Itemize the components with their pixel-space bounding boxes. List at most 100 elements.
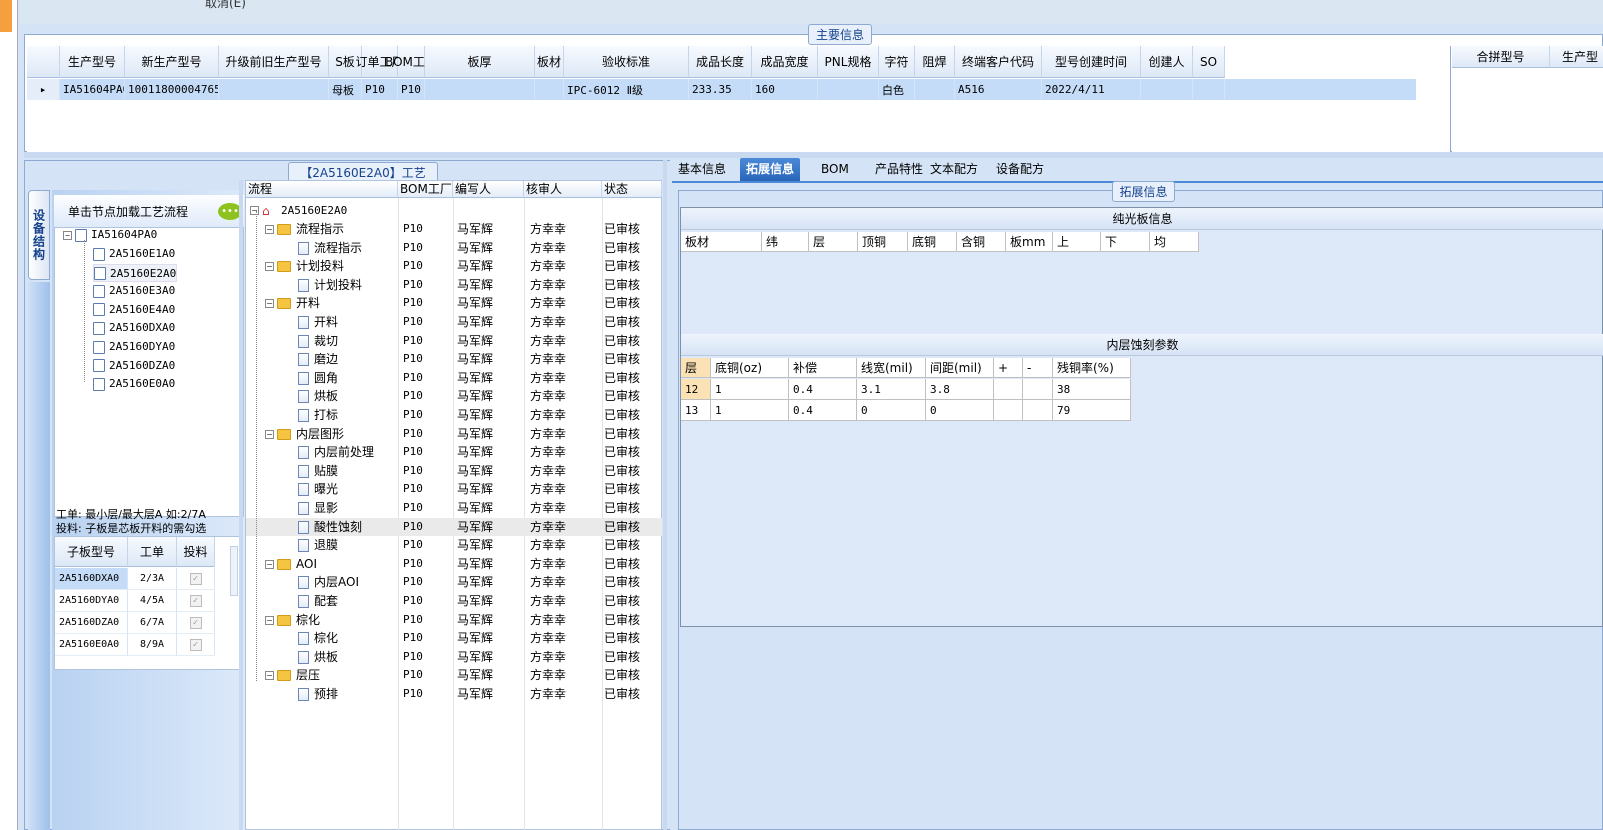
process-step-row[interactable]: 烘板 P10 马军辉 方幸幸 已审核 — [246, 387, 662, 405]
inner-etch-cell[interactable] — [994, 379, 1023, 400]
process-step-row[interactable]: − 计划投料 P10 马军辉 方幸幸 已审核 — [246, 257, 662, 275]
column-header[interactable]: 生产型 — [1550, 46, 1603, 68]
sub-column-header[interactable]: 工单 — [128, 537, 177, 567]
process-step-row[interactable]: − 层压 P10 马军辉 方幸幸 已审核 — [246, 666, 662, 684]
pure-board-header[interactable]: 底铜 — [908, 232, 957, 252]
column-header[interactable]: SO — [1193, 46, 1225, 78]
tree-node[interactable]: 2A5160E0A0 — [93, 375, 175, 393]
tree-node[interactable]: 2A5160E1A0 — [93, 245, 175, 263]
pure-board-header[interactable]: 含铜 — [957, 232, 1006, 252]
inner-etch-cell[interactable]: 0 — [926, 400, 994, 421]
column-header[interactable]: 板材 — [535, 46, 564, 78]
collapse-icon[interactable]: − — [63, 230, 72, 240]
process-step-row[interactable]: − 内层图形 P10 马军辉 方幸幸 已审核 — [246, 425, 662, 443]
process-column-header[interactable]: 流程 — [246, 181, 398, 198]
feed-checkbox[interactable]: ✓ — [189, 572, 202, 585]
column-header[interactable]: 验收标准 — [564, 46, 689, 78]
process-step-row[interactable]: 磨边 P10 马军辉 方幸幸 已审核 — [246, 350, 662, 368]
process-column-header[interactable]: BOM工厂 — [398, 181, 453, 198]
detail-tab[interactable]: BOM — [815, 158, 855, 182]
column-header[interactable]: 升级前旧生产型号 — [219, 46, 329, 78]
pure-board-header[interactable]: 层 — [809, 232, 858, 252]
inner-etch-header[interactable]: 补偿 — [789, 358, 857, 378]
column-header[interactable]: 终端客户代码 — [955, 46, 1042, 78]
process-step-row[interactable]: 开料 P10 马军辉 方幸幸 已审核 — [246, 313, 662, 331]
tree-node[interactable]: 2A5160E2A0 — [93, 263, 178, 282]
feed-checkbox[interactable]: ✓ — [189, 594, 202, 607]
collapse-icon[interactable]: − — [250, 206, 259, 215]
process-step-row[interactable]: 内层前处理 P10 马军辉 方幸幸 已审核 — [246, 443, 662, 461]
column-header[interactable]: 新生产型号 — [125, 46, 219, 78]
detail-tab[interactable]: 文本配方 — [924, 158, 984, 182]
detail-tab[interactable]: 拓展信息 — [740, 158, 801, 182]
inner-etch-header[interactable]: 残铜率(%) — [1053, 358, 1131, 378]
feed-checkbox[interactable]: ✓ — [189, 638, 202, 651]
inner-etch-header[interactable]: 底铜(oz) — [711, 358, 789, 378]
column-header[interactable]: 合拼型号 — [1452, 46, 1550, 68]
pure-board-header[interactable]: 纬 — [762, 232, 809, 252]
process-step-row[interactable]: 打标 P10 马军辉 方幸幸 已审核 — [246, 406, 662, 424]
tree-node[interactable]: 2A5160E3A0 — [93, 282, 175, 300]
column-header[interactable]: 阻焊 — [915, 46, 955, 78]
process-step-row[interactable]: 显影 P10 马军辉 方幸幸 已审核 — [246, 499, 662, 517]
process-step-row[interactable]: 退膜 P10 马军辉 方幸幸 已审核 — [246, 536, 662, 554]
inner-etch-cell[interactable]: 0 — [857, 400, 926, 421]
process-column-header[interactable]: 状态 — [602, 181, 662, 198]
tree-node[interactable]: 2A5160DZA0 — [93, 357, 175, 375]
inner-etch-cell[interactable] — [1023, 379, 1053, 400]
process-step-row[interactable]: 烘板 P10 马军辉 方幸幸 已审核 — [246, 648, 662, 666]
inner-etch-cell[interactable]: 1 — [711, 379, 789, 400]
pure-board-header[interactable]: 下 — [1101, 232, 1150, 252]
pure-board-header[interactable]: 板材 — [681, 232, 762, 252]
collapse-icon[interactable]: − — [265, 671, 274, 681]
column-header[interactable]: PNL规格 — [818, 46, 879, 78]
inner-etch-cell[interactable]: 38 — [1053, 379, 1131, 400]
process-step-row[interactable]: 曝光 P10 马军辉 方幸幸 已审核 — [246, 480, 662, 498]
pure-board-header[interactable]: 均 — [1150, 232, 1199, 252]
process-step-row[interactable]: − 开料 P10 马军辉 方幸幸 已审核 — [246, 294, 662, 312]
process-step-row[interactable]: 棕化 P10 马军辉 方幸幸 已审核 — [246, 629, 662, 647]
inner-etch-cell[interactable]: 0.4 — [789, 379, 857, 400]
process-step-row[interactable]: 流程指示 P10 马军辉 方幸幸 已审核 — [246, 239, 662, 257]
vertical-tab-structure[interactable]: 设备结构 — [28, 190, 50, 280]
process-step-row[interactable]: − 棕化 P10 马军辉 方幸幸 已审核 — [246, 611, 662, 629]
inner-etch-cell[interactable]: 13 — [681, 400, 711, 421]
process-root-node[interactable]: − ⌂ 2A5160E2A0 — [246, 201, 662, 219]
cancel-menu-text[interactable]: 取消(E) — [205, 0, 246, 11]
column-header[interactable]: 成品宽度 — [752, 46, 818, 78]
inner-etch-cell[interactable]: 79 — [1053, 400, 1131, 421]
collapse-icon[interactable]: − — [265, 299, 274, 309]
collapse-icon[interactable]: − — [265, 429, 274, 439]
feed-checkbox[interactable]: ✓ — [189, 616, 202, 629]
sub-grid-scrollbar[interactable] — [230, 546, 238, 596]
detail-tab[interactable]: 设备配方 — [990, 158, 1050, 182]
process-step-row[interactable]: − 流程指示 P10 马军辉 方幸幸 已审核 — [246, 220, 662, 238]
column-header[interactable]: 成品长度 — [689, 46, 752, 78]
collapse-icon[interactable]: − — [265, 262, 274, 272]
inner-etch-cell[interactable]: 3.8 — [926, 379, 994, 400]
process-step-row[interactable]: 裁切 P10 马军辉 方幸幸 已审核 — [246, 332, 662, 350]
tree-root-node[interactable]: − IA51604PA0 — [63, 226, 157, 244]
pure-board-header[interactable]: 顶铜 — [858, 232, 908, 252]
sub-column-header[interactable]: 子板型号 — [55, 537, 128, 567]
inner-etch-cell[interactable]: 12 — [681, 379, 711, 400]
process-step-row[interactable]: 配套 P10 马军辉 方幸幸 已审核 — [246, 592, 662, 610]
inner-etch-header[interactable]: 间距(mil) — [926, 358, 994, 378]
inner-etch-header[interactable]: - — [1023, 358, 1053, 378]
process-step-row[interactable]: 预排 P10 马军辉 方幸幸 已审核 — [246, 685, 662, 703]
process-column-header[interactable]: 编写人 — [453, 181, 524, 198]
collapse-icon[interactable]: − — [265, 225, 274, 234]
middle-splitter[interactable] — [663, 160, 667, 830]
collapse-icon[interactable]: − — [265, 615, 274, 625]
detail-tab[interactable]: 产品特性 — [869, 158, 929, 182]
inner-etch-cell[interactable] — [994, 400, 1023, 421]
inner-etch-cell[interactable]: 1 — [711, 400, 789, 421]
inner-etch-cell[interactable]: 0.4 — [789, 400, 857, 421]
process-step-row[interactable]: 酸性蚀刻 P10 马军辉 方幸幸 已审核 — [246, 517, 662, 536]
process-step-row[interactable]: 贴膜 P10 马军辉 方幸幸 已审核 — [246, 462, 662, 480]
inner-etch-header[interactable]: 层 — [681, 358, 711, 378]
column-header[interactable]: BOM工厂 — [385, 46, 437, 78]
process-step-row[interactable]: − AOI P10 马军辉 方幸幸 已审核 — [246, 555, 662, 573]
process-step-row[interactable]: 圆角 P10 马军辉 方幸幸 已审核 — [246, 369, 662, 387]
column-header[interactable]: 型号创建时间 — [1042, 46, 1141, 78]
